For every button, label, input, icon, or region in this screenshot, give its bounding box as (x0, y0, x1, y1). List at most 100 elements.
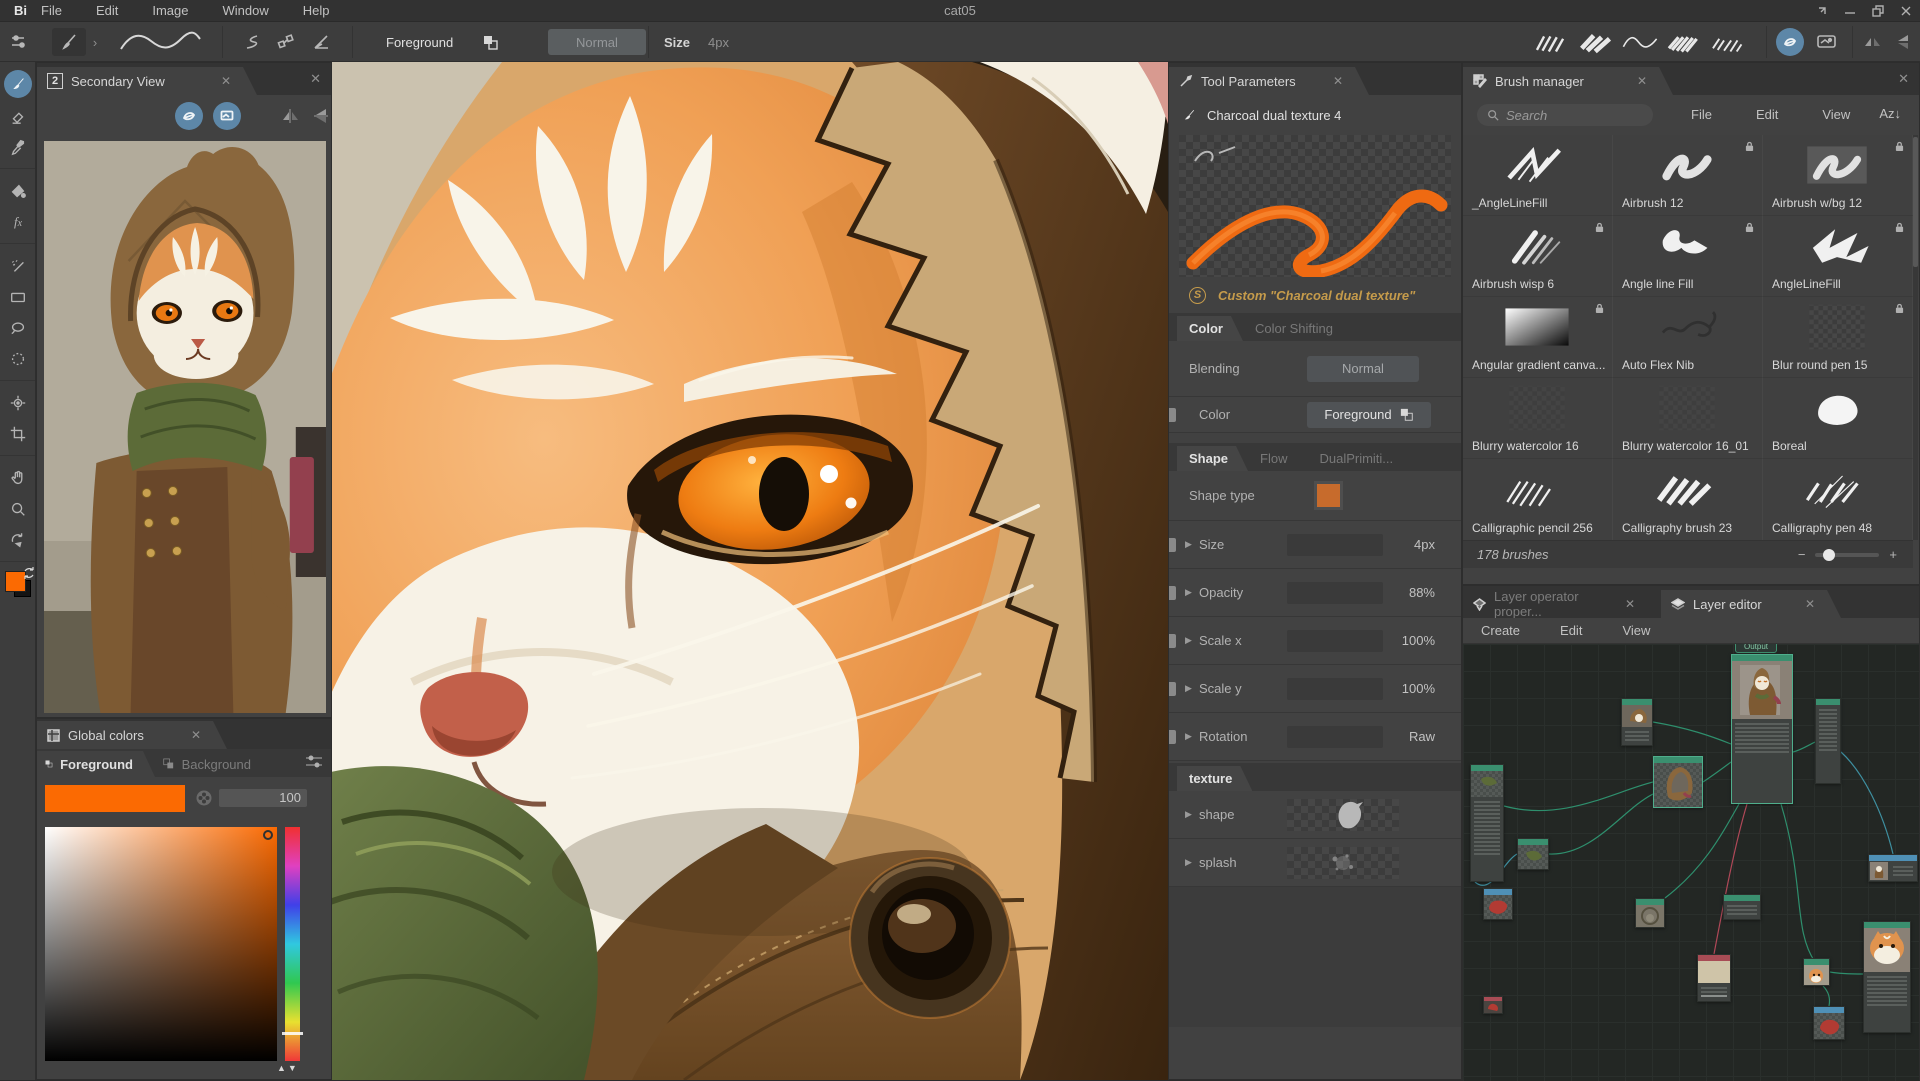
flip-horizontal-icon[interactable] (1860, 28, 1886, 56)
layer-operator-tab[interactable]: Layer operator proper... ✕ (1463, 590, 1661, 618)
tab-color-shifting[interactable]: Color Shifting (1243, 316, 1353, 341)
rect-select-tool[interactable] (0, 281, 36, 312)
color-value-button[interactable]: Foreground (1307, 402, 1431, 428)
tab-dualprimitive[interactable]: DualPrimiti... (1307, 446, 1413, 471)
texture-shape-thumbnail[interactable] (1287, 799, 1399, 831)
brush-item[interactable]: Calligraphy brush 23 (1613, 459, 1763, 540)
menu-image[interactable]: Image (152, 3, 188, 18)
transform-tool[interactable] (0, 387, 36, 418)
fuzzy-select-tool[interactable] (0, 343, 36, 374)
brush-item[interactable]: Airbrush w/bg 12 (1763, 135, 1913, 216)
app-logo[interactable]: Bi (0, 3, 41, 18)
menu-edit[interactable]: Edit (1756, 107, 1778, 122)
connected-points-icon[interactable] (272, 28, 300, 56)
brush-item[interactable]: Calligraphic pencil 256 (1463, 459, 1613, 540)
search-input[interactable]: Search (1477, 104, 1653, 126)
color-source-icon[interactable] (478, 28, 502, 56)
flip-vertical-icon[interactable] (1890, 28, 1916, 56)
layer-node[interactable] (1868, 854, 1918, 882)
effects-tool[interactable]: fx (0, 206, 36, 237)
layer-node[interactable] (1483, 888, 1513, 920)
hue-slider[interactable] (285, 827, 300, 1061)
layer-node[interactable] (1635, 898, 1665, 928)
brush-item[interactable]: Boreal (1763, 378, 1913, 459)
expand-icon[interactable]: ▶ (1185, 857, 1199, 868)
expand-icon[interactable]: ▶ (1185, 635, 1199, 646)
input-connector-icon[interactable] (1169, 682, 1176, 696)
color-settings-icon[interactable] (305, 755, 323, 769)
expand-icon[interactable]: ▶ (1185, 731, 1199, 742)
saturation-value-picker[interactable] (45, 827, 277, 1061)
restore-icon[interactable] (1872, 5, 1884, 17)
layer-node[interactable] (1803, 958, 1830, 986)
tab-color[interactable]: Color (1177, 316, 1243, 341)
current-color-bar[interactable] (45, 785, 185, 812)
brush-item[interactable]: _AngleLineFill (1463, 135, 1613, 216)
layer-node[interactable] (1813, 1006, 1845, 1040)
zoom-tool[interactable] (0, 493, 36, 524)
tab-close-icon[interactable]: ✕ (221, 74, 231, 88)
active-brush-button[interactable] (52, 28, 86, 56)
fit-view-icon[interactable] (213, 102, 241, 130)
scale-x-slider[interactable] (1287, 630, 1383, 652)
brush-tool[interactable] (4, 70, 32, 98)
flip-vertical-icon[interactable] (311, 107, 331, 125)
brush-item[interactable]: Angle line Fill (1613, 216, 1763, 297)
layer-node-selected[interactable] (1653, 756, 1703, 808)
rotation-slider[interactable] (1287, 726, 1383, 748)
current-stroke-preview[interactable] (110, 28, 210, 56)
swap-colors-icon[interactable] (22, 566, 36, 580)
brush-item[interactable]: Calligraphy pen 48 (1763, 459, 1913, 540)
brush-preset-1-icon[interactable] (1532, 27, 1572, 57)
custom-preset-row[interactable]: S Custom "Charcoal dual texture" (1169, 277, 1461, 313)
expand-icon[interactable]: ▶ (1185, 683, 1199, 694)
tab-texture[interactable]: texture (1177, 766, 1252, 791)
gamut-icon[interactable] (195, 789, 213, 807)
display-mode-icon[interactable] (1812, 28, 1842, 56)
shape-type-swatch[interactable] (1317, 484, 1340, 507)
brush-item[interactable]: Blurry watercolor 16 (1463, 378, 1613, 459)
brush-preset-4-icon[interactable] (1664, 27, 1704, 57)
layer-node[interactable] (1621, 698, 1653, 746)
node-graph[interactable]: Output (1463, 644, 1919, 1081)
menu-edit[interactable]: Edit (1560, 623, 1582, 638)
navigator-icon[interactable] (1776, 28, 1804, 56)
eraser-tool[interactable] (0, 100, 36, 131)
angle-snap-icon[interactable] (308, 28, 336, 56)
expand-icon[interactable]: ▶ (1185, 809, 1199, 820)
layer-node[interactable] (1863, 921, 1911, 1033)
layer-editor-tab[interactable]: Layer editor ✕ (1661, 590, 1841, 618)
tool-parameters-tab[interactable]: Tool Parameters ✕ (1169, 67, 1369, 95)
color-opacity-slider[interactable]: 100 (219, 789, 307, 807)
crop-tool[interactable] (0, 418, 36, 449)
output-node[interactable] (1731, 654, 1793, 804)
preset-row[interactable]: Charcoal dual texture 4 (1169, 95, 1461, 135)
input-connector-icon[interactable] (1169, 538, 1176, 552)
lasso-select-tool[interactable] (0, 312, 36, 343)
menu-view[interactable]: View (1622, 623, 1650, 638)
menu-create[interactable]: Create (1481, 623, 1520, 638)
secondary-view-tab[interactable]: 2 Secondary View ✕ (37, 67, 257, 95)
menu-file[interactable]: File (1691, 107, 1712, 122)
tab-foreground[interactable]: Foreground (37, 751, 155, 777)
opacity-slider[interactable] (1287, 582, 1383, 604)
tab-shape[interactable]: Shape (1177, 446, 1248, 471)
zoom-out-icon[interactable]: − (1798, 547, 1806, 562)
input-connector-icon[interactable] (1169, 634, 1176, 648)
layer-node[interactable] (1483, 996, 1503, 1014)
hue-markers-icon[interactable]: ▲▼ (277, 1063, 299, 1073)
menu-edit[interactable]: Edit (96, 3, 118, 18)
smart-pen-tool[interactable] (0, 250, 36, 281)
brush-item[interactable]: Angular gradient canva... (1463, 297, 1613, 378)
brush-item[interactable]: Blur round pen 15 (1763, 297, 1913, 378)
menu-window[interactable]: Window (223, 3, 269, 18)
panel-close-icon[interactable]: ✕ (1898, 71, 1909, 87)
thumbnail-zoom-slider[interactable]: − + (1798, 547, 1897, 562)
tab-close-icon[interactable]: ✕ (191, 728, 201, 742)
zoom-in-icon[interactable]: + (1889, 547, 1897, 562)
tab-background[interactable]: Background (155, 751, 273, 777)
brush-preset-3-icon[interactable] (1620, 27, 1660, 57)
pan-tool[interactable] (0, 462, 36, 493)
brush-manager-tab[interactable]: Brush manager ✕ (1463, 67, 1673, 95)
brush-preset-5-icon[interactable] (1708, 27, 1748, 57)
